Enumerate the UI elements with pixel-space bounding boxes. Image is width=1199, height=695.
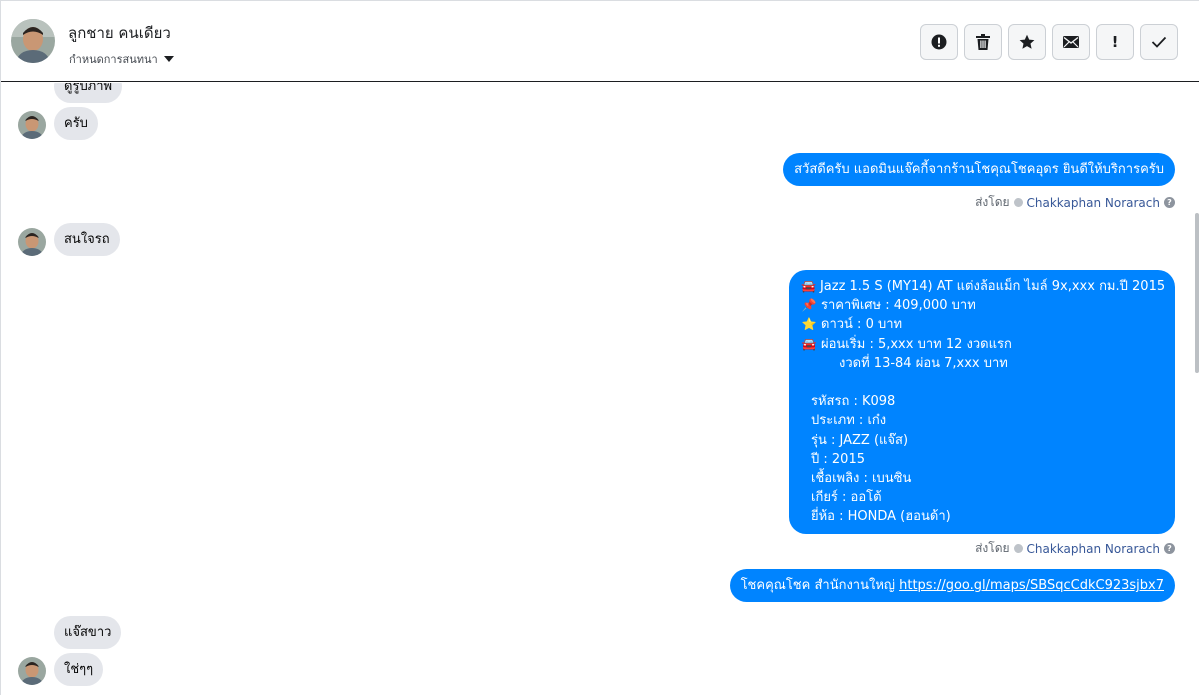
contact-avatar-small[interactable] bbox=[18, 657, 46, 685]
star-icon bbox=[1019, 34, 1035, 49]
star-emoji-icon: ⭐ bbox=[801, 317, 817, 332]
message-bubble-incoming: ใช่ๆๆ bbox=[54, 653, 104, 686]
assign-label: กำหนดการสนทนา bbox=[69, 53, 158, 66]
check-icon bbox=[1151, 36, 1167, 48]
message-bubble-incoming: สนใจรถ bbox=[54, 223, 120, 256]
card-spec: ประเภท : เก๋ง bbox=[811, 413, 887, 429]
message-thread[interactable]: ดูรูปภาพ ครับ สวัสดีครับ แอดมินแจ๊คกี้จา… bbox=[1, 83, 1199, 695]
card-spec: เกียร์ : ออโต้ bbox=[811, 490, 882, 506]
card-line: ⭐ ดาวน์ : 0 บาท bbox=[801, 315, 1164, 334]
message-bubble-outgoing: โชคคุณโชค สำนักงานใหญ่ https://goo.gl/ma… bbox=[729, 569, 1175, 602]
conversation-header: ลูกชาย คนเดียว กำหนดการสนทนา ! bbox=[1, 1, 1199, 82]
car-icon: 🚘 bbox=[801, 279, 816, 293]
sender-name-link[interactable]: Chakkaphan Norarach bbox=[1027, 542, 1160, 556]
map-link[interactable]: https://goo.gl/maps/SBSqcCdkC923sjbx7 bbox=[899, 578, 1164, 593]
card-spec: ปี : 2015 bbox=[811, 451, 865, 467]
status-dot-icon bbox=[1013, 198, 1023, 207]
message-bubble-incoming: แจ๊สขาว bbox=[54, 616, 122, 649]
star-button[interactable] bbox=[1008, 24, 1046, 60]
message-bubble-incoming: ดูรูปภาพ bbox=[54, 83, 123, 103]
contact-avatar[interactable] bbox=[11, 19, 55, 63]
status-dot-icon bbox=[1013, 544, 1023, 553]
delete-button[interactable] bbox=[964, 24, 1002, 60]
caret-down-icon bbox=[163, 56, 174, 62]
thread-scrollbar[interactable] bbox=[1195, 213, 1199, 373]
alert-circle-icon bbox=[931, 34, 947, 50]
envelope-icon bbox=[1063, 36, 1079, 48]
conversation-toolbar: ! bbox=[920, 24, 1178, 60]
important-button[interactable]: ! bbox=[1096, 24, 1134, 60]
card-line: งวดที่ 13-84 ผ่อน 7,xxx บาท bbox=[839, 355, 1008, 371]
mark-unread-button[interactable] bbox=[1052, 24, 1090, 60]
pin-icon: 📌 bbox=[801, 298, 817, 313]
done-button[interactable] bbox=[1140, 24, 1178, 60]
card-spec: รุ่น : JAZZ (แจ๊ส) bbox=[811, 432, 909, 448]
card-spec: เชื้อเพลิง : เบนซิน bbox=[811, 470, 912, 486]
help-icon[interactable]: ? bbox=[1164, 543, 1175, 554]
car-details-message: 🚘 Jazz 1.5 S (MY14) AT แต่งล้อแม็ก ไมล์ … bbox=[789, 270, 1175, 534]
help-icon[interactable]: ? bbox=[1164, 197, 1175, 208]
message-text: โชคคุณโชค สำนักงานใหญ่ bbox=[740, 578, 900, 593]
card-line: 🚘 Jazz 1.5 S (MY14) AT แต่งล้อแม็ก ไมล์ … bbox=[801, 277, 1165, 296]
sent-by-label: ส่งโดย Chakkaphan Norarach ? bbox=[975, 539, 1175, 558]
contact-avatar-small[interactable] bbox=[18, 111, 46, 139]
sent-by-label: ส่งโดย Chakkaphan Norarach ? bbox=[975, 193, 1175, 212]
car-icon: 🚘 bbox=[801, 336, 817, 351]
sender-name-link[interactable]: Chakkaphan Norarach bbox=[1027, 196, 1160, 210]
exclamation-icon: ! bbox=[1111, 33, 1119, 51]
contact-avatar-small[interactable] bbox=[18, 228, 46, 256]
card-spec: ยี่ห้อ : HONDA (ฮอนด้า) bbox=[811, 509, 951, 525]
trash-icon bbox=[976, 34, 990, 50]
assign-conversation-dropdown[interactable]: กำหนดการสนทนา bbox=[69, 50, 174, 68]
sent-by-prefix: ส่งโดย bbox=[975, 195, 1010, 209]
card-spec: รหัสรถ : K098 bbox=[811, 394, 896, 410]
messenger-window: ลูกชาย คนเดียว กำหนดการสนทนา ! ดูรูปภาพ … bbox=[0, 0, 1199, 695]
sent-by-prefix: ส่งโดย bbox=[975, 541, 1010, 555]
message-bubble-incoming: ครับ bbox=[54, 107, 98, 140]
card-line: 📌 ราคาพิเศษ : 409,000 บาท bbox=[801, 296, 1164, 315]
message-bubble-outgoing: สวัสดีครับ แอดมินแจ๊คกี้จากร้านโชคุณโชคอ… bbox=[783, 153, 1175, 186]
spam-button[interactable] bbox=[920, 24, 958, 60]
card-line: 🚘 ผ่อนเริ่ม : 5,xxx บาท 12 งวดแรก bbox=[801, 335, 1164, 354]
contact-name: ลูกชาย คนเดียว bbox=[68, 24, 171, 42]
